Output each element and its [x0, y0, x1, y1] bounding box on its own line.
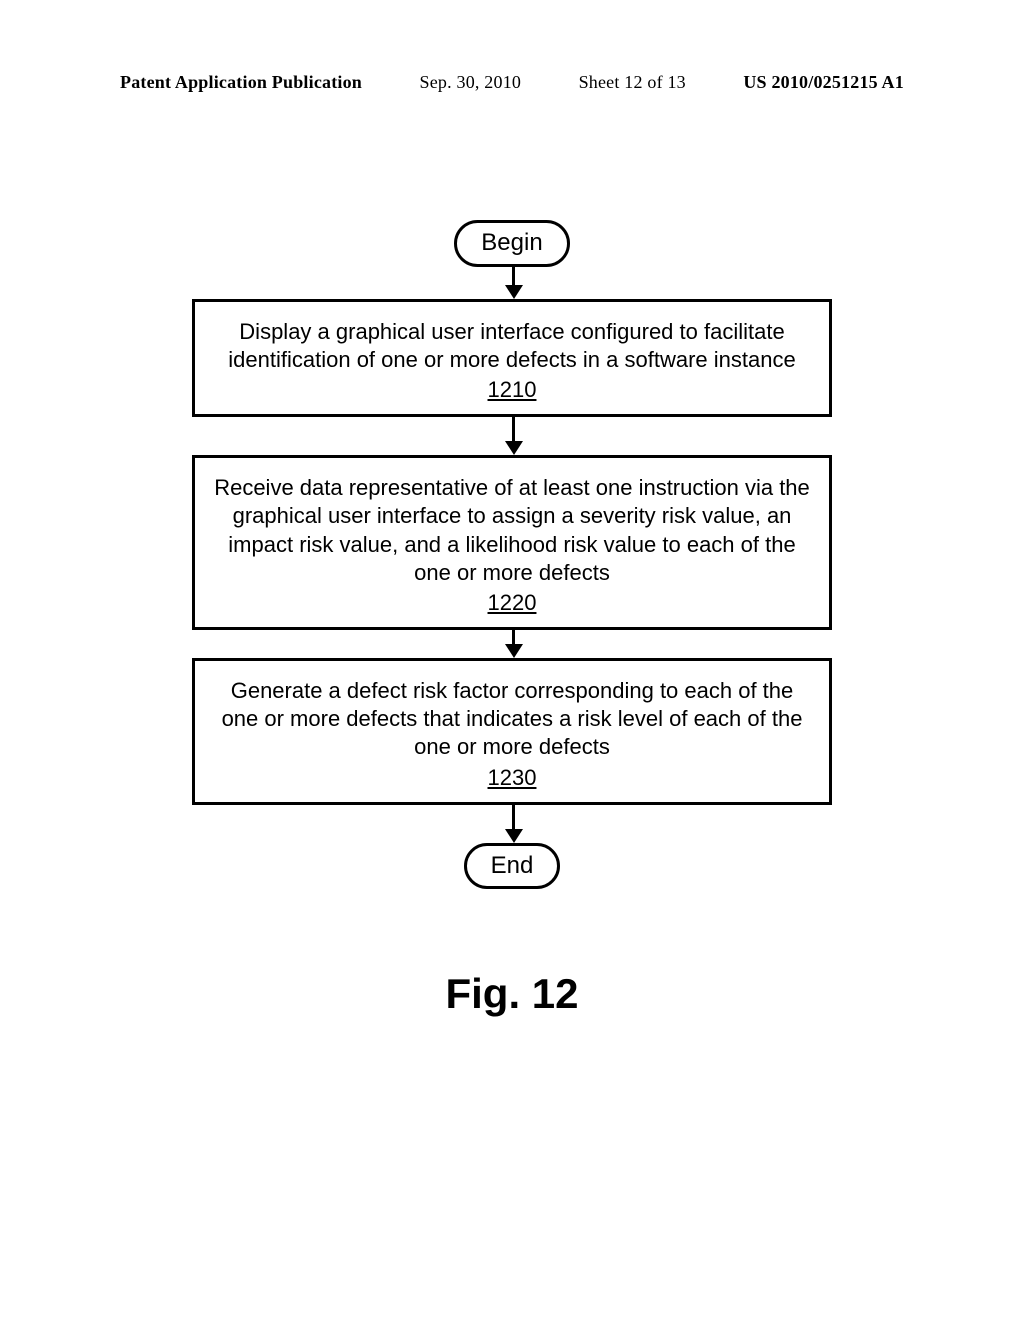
begin-label: Begin — [481, 229, 542, 256]
figure-label: Fig. 12 — [0, 970, 1024, 1018]
pub-date: Sep. 30, 2010 — [420, 72, 522, 93]
terminator-end: End — [464, 843, 561, 890]
step-text: Receive data representative of at least … — [214, 475, 810, 584]
patent-page: Patent Application Publication Sep. 30, … — [0, 0, 1024, 1320]
publication-number: US 2010/0251215 A1 — [743, 72, 904, 93]
page-header: Patent Application Publication Sep. 30, … — [120, 72, 904, 93]
doc-type: Patent Application Publication — [120, 72, 362, 93]
step-1210: Display a graphical user interface confi… — [192, 299, 832, 417]
step-1230: Generate a defect risk factor correspond… — [192, 658, 832, 805]
step-1220: Receive data representative of at least … — [192, 455, 832, 630]
step-text: Display a graphical user interface confi… — [228, 319, 795, 372]
sheet-info: Sheet 12 of 13 — [579, 72, 686, 93]
flowchart: Begin Display a graphical user interface… — [0, 220, 1024, 889]
end-label: End — [491, 852, 534, 879]
step-ref: 1230 — [213, 764, 811, 792]
step-ref: 1210 — [213, 376, 811, 404]
step-ref: 1220 — [213, 589, 811, 617]
terminator-begin: Begin — [454, 220, 569, 267]
step-text: Generate a defect risk factor correspond… — [222, 678, 803, 759]
